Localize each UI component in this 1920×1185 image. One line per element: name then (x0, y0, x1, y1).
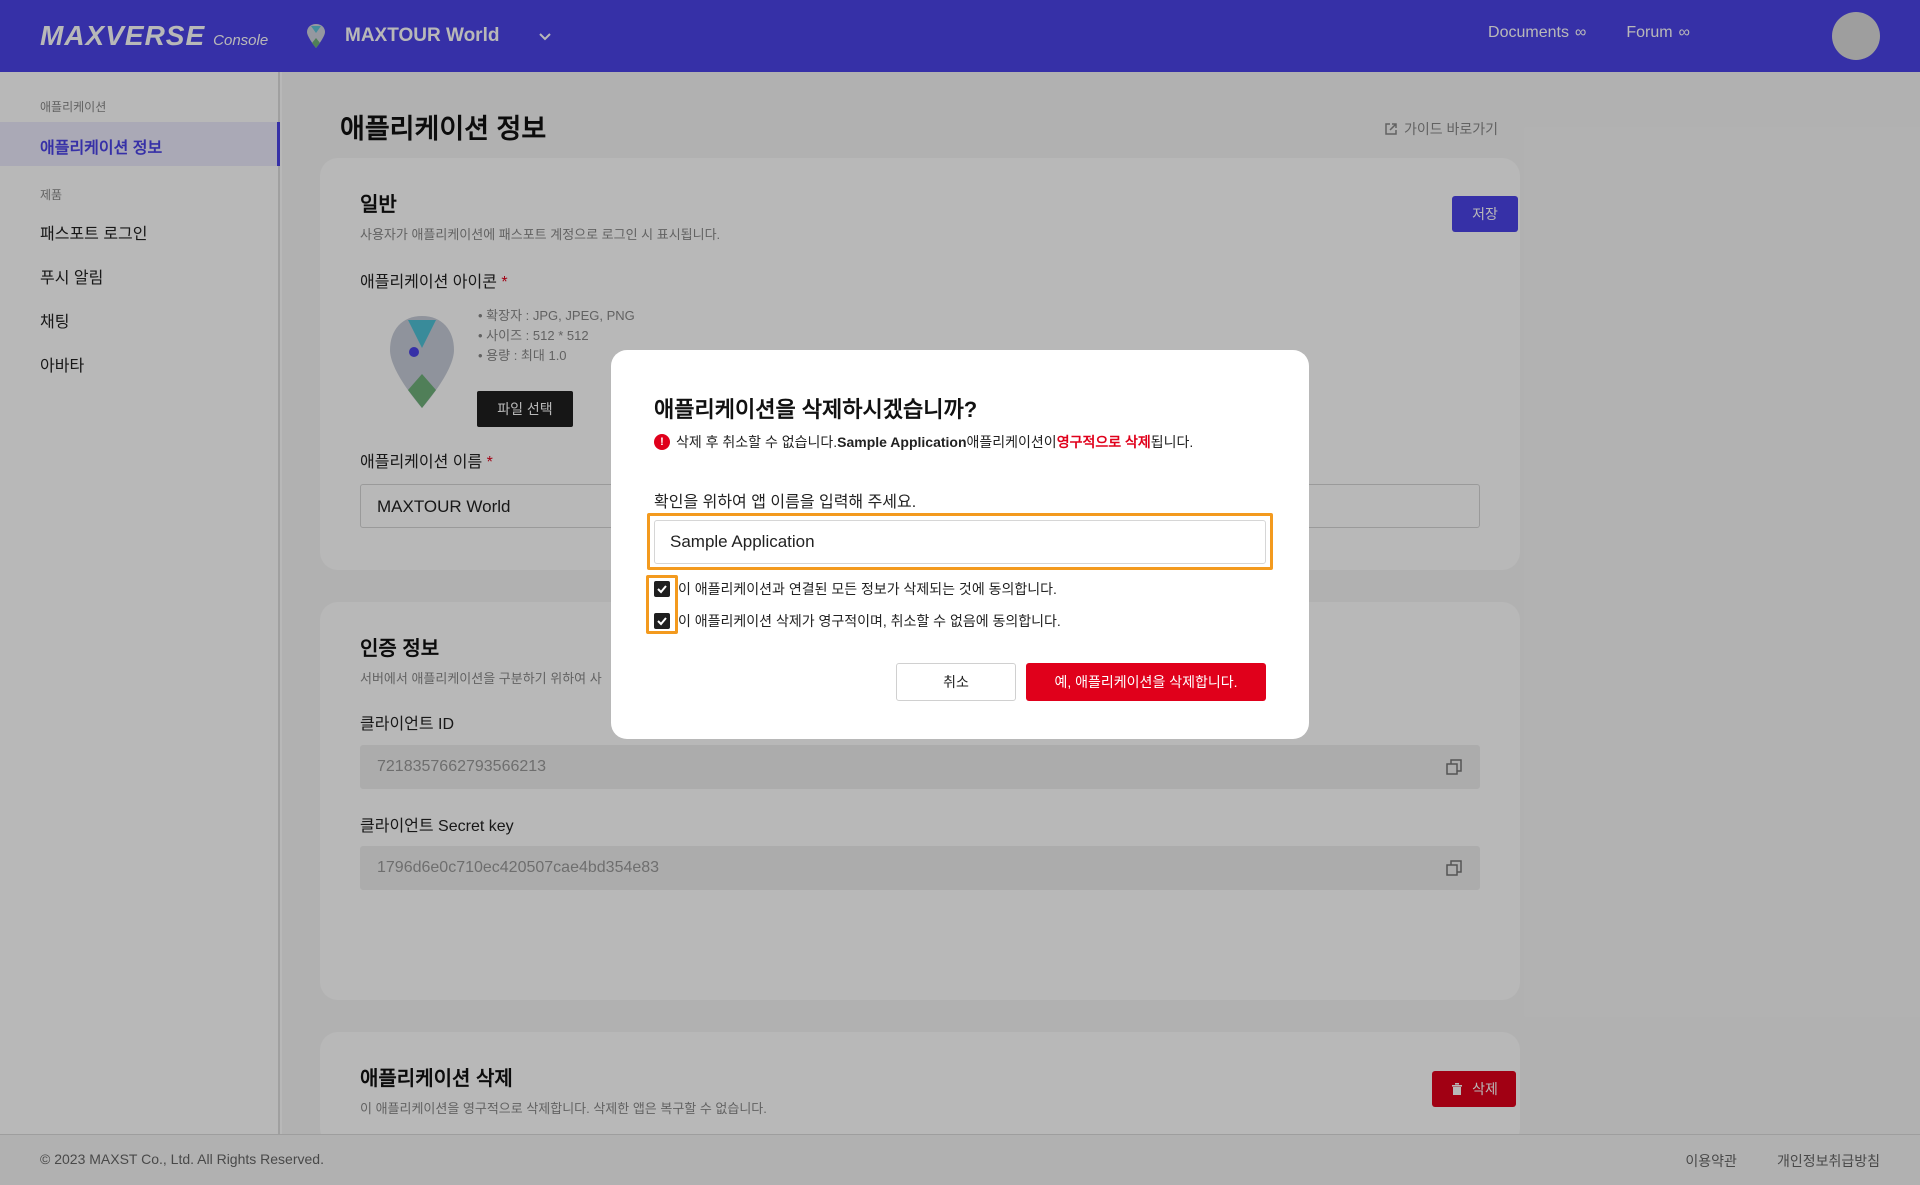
warning-prefix: 삭제 후 취소할 수 없습니다. (676, 434, 838, 450)
agree-data-delete-checkbox[interactable] (654, 581, 670, 597)
agree-permanent-row: 이 애플리케이션 삭제가 영구적이며, 취소할 수 없음에 동의합니다. (654, 611, 1061, 631)
warning-icon: ! (654, 434, 670, 450)
confirm-delete-button[interactable]: 예, 애플리케이션을 삭제합니다. (1026, 663, 1266, 701)
confirm-name-label: 확인을 위하여 앱 이름을 입력해 주세요. (654, 494, 917, 511)
warning-permanent: 영구적으로 삭제 (1056, 434, 1151, 450)
warning-mid: 애플리케이션이 (966, 434, 1057, 450)
cancel-button[interactable]: 취소 (896, 663, 1016, 701)
check-icon (657, 585, 667, 594)
agree-permanent-label: 이 애플리케이션 삭제가 영구적이며, 취소할 수 없음에 동의합니다. (678, 613, 1061, 629)
agree-data-delete-label: 이 애플리케이션과 연결된 모든 정보가 삭제되는 것에 동의합니다. (678, 581, 1057, 597)
check-icon (657, 617, 667, 626)
dialog-title: 애플리케이션을 삭제하시겠습니까? (654, 397, 978, 422)
warning-app-name: Sample Application (837, 434, 967, 450)
agree-data-delete-row: 이 애플리케이션과 연결된 모든 정보가 삭제되는 것에 동의합니다. (654, 579, 1057, 599)
warning-suffix: 됩니다. (1150, 434, 1194, 450)
confirm-name-input[interactable] (654, 520, 1266, 564)
delete-confirm-dialog: 애플리케이션을 삭제하시겠습니까? ! 삭제 후 취소할 수 없습니다. Sam… (611, 350, 1309, 739)
agree-permanent-checkbox[interactable] (654, 613, 670, 629)
dialog-warning: ! 삭제 후 취소할 수 없습니다. Sample Application 애플… (654, 432, 1193, 452)
